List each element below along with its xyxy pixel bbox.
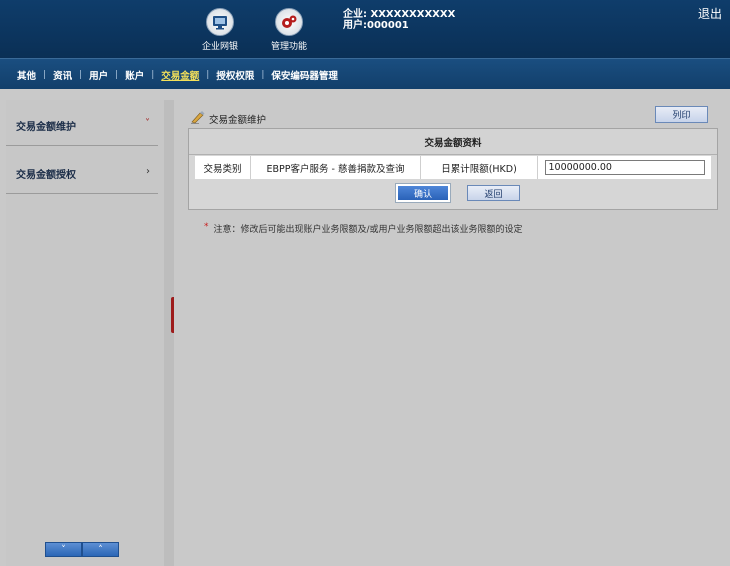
nav-item-other[interactable]: 其他	[10, 68, 43, 82]
sidebar-item-amount-authorization[interactable]: 交易金额授权 ›	[6, 148, 158, 194]
nav-item-accounts[interactable]: 账户	[118, 68, 151, 82]
top-header: 企业网银 管理功能 企业: XXXXXXXXXXX 用户:000001 退出	[0, 0, 730, 58]
chevron-right-icon: ›	[146, 166, 150, 177]
sidebar: 交易金额维护 ˅ 交易金额授权 ›	[6, 100, 164, 566]
required-star: *	[204, 222, 209, 232]
nav-item-transaction-amount[interactable]: 交易金额	[154, 68, 206, 82]
chevron-up-icon: ˄	[98, 544, 103, 555]
user-line: 用户:000001	[343, 20, 409, 31]
nav-item-security-device[interactable]: 保安编码器管理	[264, 68, 345, 82]
sidebar-item-amount-maintenance[interactable]: 交易金额维护 ˅	[6, 100, 158, 146]
company-line: 企业: XXXXXXXXXXX	[343, 9, 456, 20]
monitor-icon	[206, 8, 234, 36]
limit-label: 日累计限额(HKD)	[421, 156, 538, 179]
chevron-down-icon: ˅	[61, 544, 66, 555]
nav-item-users[interactable]: 用户	[82, 68, 115, 82]
type-value: EBPP客户服务 - 慈善捐款及查询	[251, 156, 421, 179]
gears-icon	[275, 8, 303, 36]
type-label: 交易类别	[195, 156, 251, 179]
admin-functions-button[interactable]: 管理功能	[259, 8, 319, 52]
corporate-banking-button[interactable]: 企业网银	[190, 8, 250, 52]
scroll-down-button[interactable]: ˅	[45, 542, 82, 557]
nav-item-info[interactable]: 资讯	[46, 68, 79, 82]
chevron-down-icon: ˅	[145, 118, 150, 129]
nav-item-authorization[interactable]: 授权权限	[209, 68, 261, 82]
pencil-icon	[190, 110, 206, 127]
corporate-banking-label: 企业网银	[201, 42, 238, 52]
page-title: 交易金额维护	[190, 110, 266, 127]
admin-functions-label: 管理功能	[270, 42, 307, 52]
notice-message: 注意：修改后可能出现账户业务限额及/或用户业务限额超出该业务限额的设定	[213, 225, 523, 235]
sidebar-item-label: 交易金额授权	[16, 170, 76, 181]
sidebar-pager: ˅ ˄	[45, 542, 119, 557]
notice-text: * 注意：修改后可能出现账户业务限额及/或用户业务限额超出该业务限额的设定	[204, 222, 523, 235]
panel-title: 交易金额资料	[189, 129, 717, 155]
page-title-text: 交易金额维护	[209, 114, 267, 126]
user-info: 企业: XXXXXXXXXXX 用户:000001	[343, 9, 455, 31]
table-row: 交易类别 EBPP客户服务 - 慈善捐款及查询 日累计限额(HKD) 10000…	[195, 156, 711, 179]
print-button[interactable]: 列印	[655, 106, 708, 123]
sidebar-item-label: 交易金额维护	[16, 122, 76, 133]
main-nav: 其他 | 资讯 | 用户 | 账户 | 交易金额 | 授权权限 | 保安编码器管…	[0, 58, 730, 89]
scroll-up-button[interactable]: ˄	[82, 542, 119, 557]
daily-limit-input[interactable]: 10000000.00	[544, 160, 705, 175]
amount-panel: 交易金额资料 交易类别 EBPP客户服务 - 慈善捐款及查询 日累计限额(HKD…	[188, 128, 718, 210]
back-button[interactable]: 返回	[467, 185, 520, 201]
logout-link[interactable]: 退出	[698, 5, 722, 22]
confirm-button[interactable]: 确认	[396, 184, 450, 202]
main-content: 交易金额维护 列印 交易金额资料 交易类别 EBPP客户服务 - 慈善捐款及查询…	[174, 100, 730, 566]
sidebar-gutter	[164, 100, 174, 566]
